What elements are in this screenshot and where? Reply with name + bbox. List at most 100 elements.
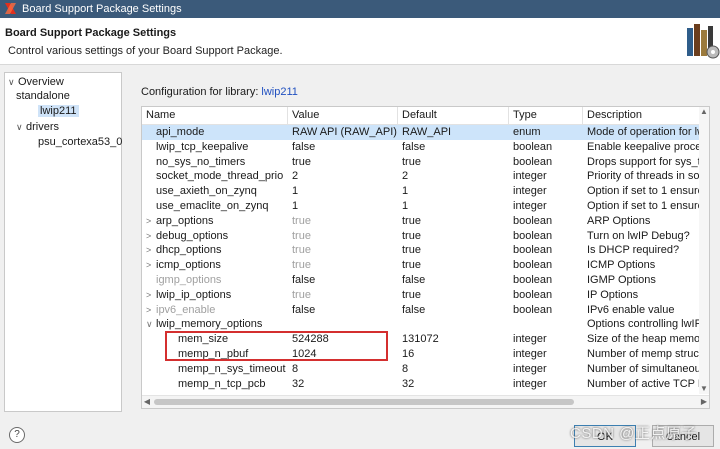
dialog-header: Board Support Package Settings Control v… <box>0 18 720 65</box>
configuration-label: Configuration for library: lwip211 <box>141 86 298 98</box>
table-row[interactable]: > arp_options true true boolean ARP Options <box>142 214 709 229</box>
tree-item-standalone[interactable]: standalone <box>16 89 70 103</box>
table-row[interactable]: socket_mode_thread_prio 2 2 integer Priority… <box>142 169 709 184</box>
row-name: lwip_memory_options <box>156 318 263 331</box>
table-row[interactable]: lwip_tcp_keepalive false false boolean Enabl… <box>142 140 709 155</box>
settings-table: Name Value Default Type Description api_mode… <box>141 106 710 409</box>
cell-type: enum <box>513 126 541 138</box>
cell-default: true <box>402 244 421 257</box>
horizontal-scrollbar[interactable]: ◀ ▶ <box>142 395 709 408</box>
tree-item-psu-cortexa53-0[interactable]: psu_cortexa53_0 <box>38 135 122 149</box>
cell-desc: Size of the heap memory ( <box>587 333 709 346</box>
table-row[interactable]: > lwip_ip_options true true boolean IP Option… <box>142 288 709 303</box>
help-icon[interactable]: ? <box>9 427 25 443</box>
cell-desc: Number of active TCP PCB <box>587 377 709 390</box>
table-row[interactable]: use_axieth_on_zynq 1 1 integer Option if set… <box>142 184 709 199</box>
chevron-right-icon[interactable]: > <box>146 214 156 229</box>
cell-desc: Enable keepalive processing <box>587 140 709 153</box>
cell-value[interactable]: 1 <box>288 199 398 214</box>
row-name: use_emaclite_on_zynq <box>156 200 269 212</box>
cell-type: boolean <box>513 274 553 286</box>
row-name: lwip_ip_options <box>156 288 232 301</box>
column-header-name[interactable]: Name <box>142 107 288 124</box>
column-header-description[interactable]: Description <box>583 107 709 124</box>
cell-value[interactable]: 2 <box>288 169 398 184</box>
tree-item-lwip211[interactable]: lwip211 <box>38 104 79 118</box>
cell-value[interactable]: false <box>288 273 398 288</box>
library-link[interactable]: lwip211 <box>261 86 298 98</box>
chevron-right-icon[interactable]: > <box>146 303 156 318</box>
cell-desc: IPv6 enable value <box>587 303 675 316</box>
table-row[interactable]: igmp_options false false boolean IGMP Option… <box>142 273 709 288</box>
chevron-down-icon[interactable]: ∨ <box>8 75 18 89</box>
column-header-default[interactable]: Default <box>398 107 509 124</box>
table-row[interactable]: > dhcp_options true true boolean Is DHCP requ… <box>142 243 709 258</box>
cell-value[interactable]: 32 <box>288 377 398 392</box>
cell-value[interactable]: false <box>288 140 398 155</box>
cell-value[interactable]: true <box>288 288 398 303</box>
chevron-right-icon[interactable]: > <box>146 258 156 273</box>
row-name: memp_n_sys_timeout <box>178 362 286 375</box>
cell-name: socket_mode_thread_prio <box>142 169 288 184</box>
cell-type: boolean <box>513 259 553 272</box>
scroll-down-icon[interactable]: ▼ <box>699 384 709 394</box>
table-row[interactable]: api_mode RAW API (RAW_API) RAW_API enum Mode… <box>142 125 709 140</box>
table-row[interactable]: > icmp_options true true boolean ICMP Options <box>142 258 709 273</box>
horizontal-scroll-thumb[interactable] <box>154 399 574 405</box>
cell-desc: Is DHCP required? <box>587 244 680 257</box>
row-name: ipv6_enable <box>156 303 216 316</box>
cell-value[interactable]: true <box>288 258 398 273</box>
cell-name: > arp_options <box>142 214 288 229</box>
row-name: arp_options <box>156 214 214 227</box>
cell-desc: Drops support for sys_timeout <box>587 155 709 168</box>
tree-item-overview[interactable]: ∨ Overview <box>8 75 64 89</box>
cell-value[interactable]: 8 <box>288 362 398 377</box>
column-header-value[interactable]: Value <box>288 107 398 124</box>
cell-value[interactable]: 1 <box>288 184 398 199</box>
cell-value[interactable]: RAW API (RAW_API) <box>288 125 398 140</box>
chevron-right-icon[interactable]: > <box>146 243 156 258</box>
cell-type: boolean <box>513 244 553 257</box>
chevron-down-icon[interactable]: ∨ <box>146 317 156 332</box>
table-row[interactable]: no_sys_no_timers true true boolean Drops sup… <box>142 155 709 170</box>
books-gear-icon <box>687 24 720 59</box>
table-row[interactable]: > ipv6_enable false false boolean IPv6 enable… <box>142 303 709 318</box>
cell-default: 1 <box>402 200 409 212</box>
cell-value[interactable]: false <box>288 303 398 318</box>
cell-value[interactable]: true <box>288 214 398 229</box>
row-name: icmp_options <box>156 259 221 272</box>
cell-value[interactable]: true <box>288 155 398 170</box>
scroll-left-icon[interactable]: ◀ <box>142 396 152 408</box>
vertical-scrollbar[interactable]: ▲ ▼ <box>699 107 709 394</box>
chevron-down-icon[interactable]: ∨ <box>16 120 26 134</box>
cell-default: 16 <box>402 348 415 360</box>
row-name: no_sys_no_timers <box>156 155 246 168</box>
tree-item-drivers[interactable]: ∨ drivers <box>16 120 59 134</box>
table-row[interactable]: memp_n_tcp_pcb 32 32 integer Number of activ… <box>142 377 709 392</box>
cell-default: 32 <box>402 377 415 390</box>
cell-desc: Number of memp struct pb <box>587 348 709 360</box>
table-row[interactable]: use_emaclite_on_zynq 1 1 integer Option if s… <box>142 199 709 214</box>
table-row[interactable]: memp_n_sys_timeout 8 8 integer Number of sim… <box>142 362 709 377</box>
cell-value[interactable]: true <box>288 243 398 258</box>
scroll-up-icon[interactable]: ▲ <box>699 107 709 117</box>
cell-default: 2 <box>402 170 409 183</box>
cell-desc: Option if set to 1 ensures <box>587 185 709 198</box>
cell-name: igmp_options <box>142 273 288 288</box>
cell-name: use_axieth_on_zynq <box>142 184 288 199</box>
cell-desc: Number of simultaneously <box>587 362 709 375</box>
highlight-box <box>165 331 388 361</box>
cell-desc: Priority of threads in socket <box>587 170 709 183</box>
cell-desc: IGMP Options <box>587 274 656 286</box>
chevron-right-icon[interactable]: > <box>146 229 156 244</box>
title-bar: Board Support Package Settings <box>0 0 720 18</box>
column-header-type[interactable]: Type <box>509 107 583 124</box>
cell-desc: Mode of operation for lwIP <box>587 126 709 138</box>
chevron-right-icon[interactable]: > <box>146 288 156 303</box>
scroll-right-icon[interactable]: ▶ <box>699 396 709 408</box>
table-row[interactable]: > debug_options true true boolean Turn on lwI… <box>142 229 709 244</box>
cell-value[interactable]: true <box>288 229 398 244</box>
cell-name: > lwip_ip_options <box>142 288 288 303</box>
cell-type: integer <box>513 377 547 390</box>
cell-default: true <box>402 229 421 242</box>
